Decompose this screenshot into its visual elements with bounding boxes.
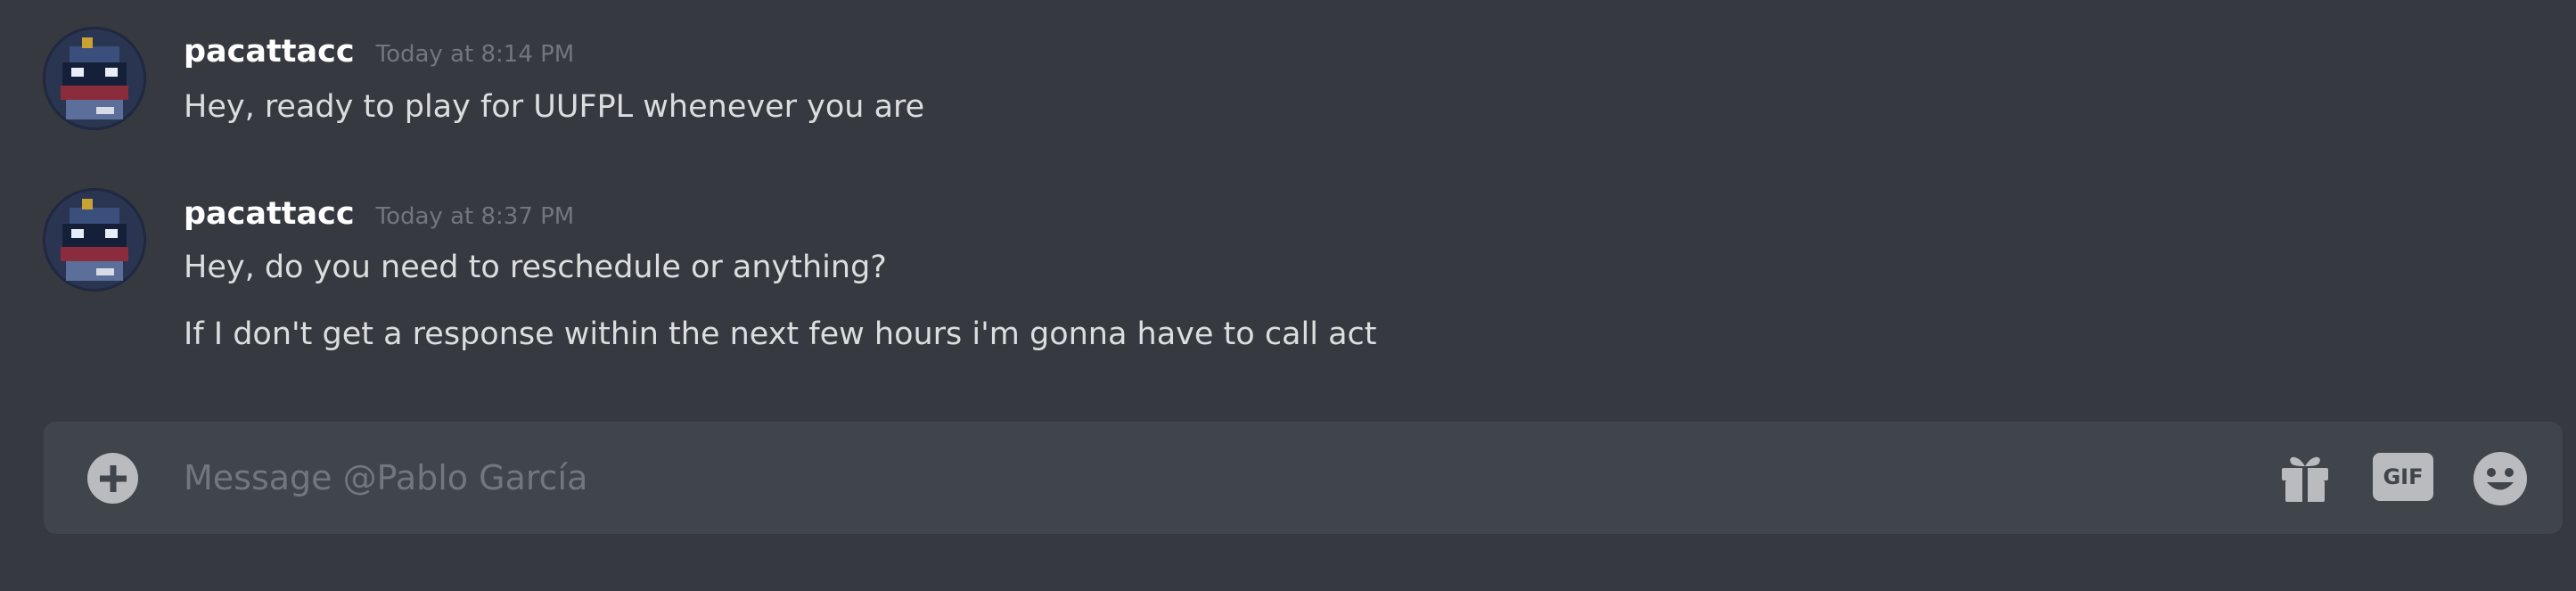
message-text: Hey, do you need to reschedule or anythi… bbox=[184, 250, 887, 285]
chat-view: pacattacc Today at 8:14 PM Hey, ready to… bbox=[0, 0, 2576, 591]
gif-label: GIF bbox=[2373, 453, 2433, 501]
username[interactable]: pacattacc bbox=[184, 34, 355, 70]
username[interactable]: pacattacc bbox=[184, 196, 355, 232]
gift-icon bbox=[2282, 456, 2328, 502]
message-input[interactable] bbox=[184, 447, 2234, 509]
smiley-icon bbox=[2473, 452, 2527, 505]
message-text: Hey, ready to play for UUFPL whenever yo… bbox=[184, 89, 925, 125]
emoji-icon[interactable] bbox=[2473, 451, 2528, 506]
plus-circle-icon[interactable] bbox=[87, 453, 138, 504]
avatar-image bbox=[43, 27, 146, 130]
timestamp[interactable]: Today at 8:14 PM bbox=[376, 41, 575, 68]
message-text: If I don't get a response within the nex… bbox=[184, 316, 1377, 352]
gif-icon[interactable]: GIF bbox=[2373, 453, 2435, 505]
message-header: pacattacc Today at 8:37 PM bbox=[184, 196, 574, 232]
message-composer: GIF bbox=[44, 422, 2563, 534]
avatar[interactable] bbox=[43, 27, 146, 130]
message-header: pacattacc Today at 8:14 PM bbox=[184, 34, 574, 70]
avatar[interactable] bbox=[43, 188, 146, 291]
gift-icon[interactable] bbox=[2278, 448, 2332, 505]
avatar-image bbox=[43, 188, 146, 291]
timestamp[interactable]: Today at 8:37 PM bbox=[376, 203, 575, 230]
